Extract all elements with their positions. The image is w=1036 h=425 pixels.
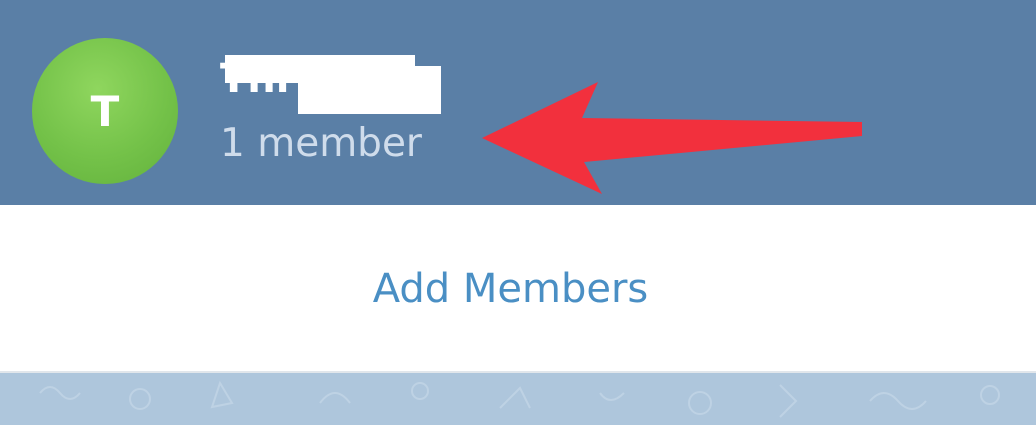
redaction-box [298, 66, 441, 114]
member-count: 1 member [220, 121, 422, 166]
avatar-letter: T [90, 86, 120, 136]
chat-background [0, 373, 1036, 425]
red-arrow-icon [482, 82, 862, 194]
group-avatar[interactable]: T [32, 38, 178, 184]
background-pattern-icon [39, 380, 1000, 418]
add-members-button[interactable]: Add Members [0, 205, 1036, 373]
chat-title: Thr [220, 52, 450, 114]
add-members-label: Add Members [372, 266, 649, 312]
